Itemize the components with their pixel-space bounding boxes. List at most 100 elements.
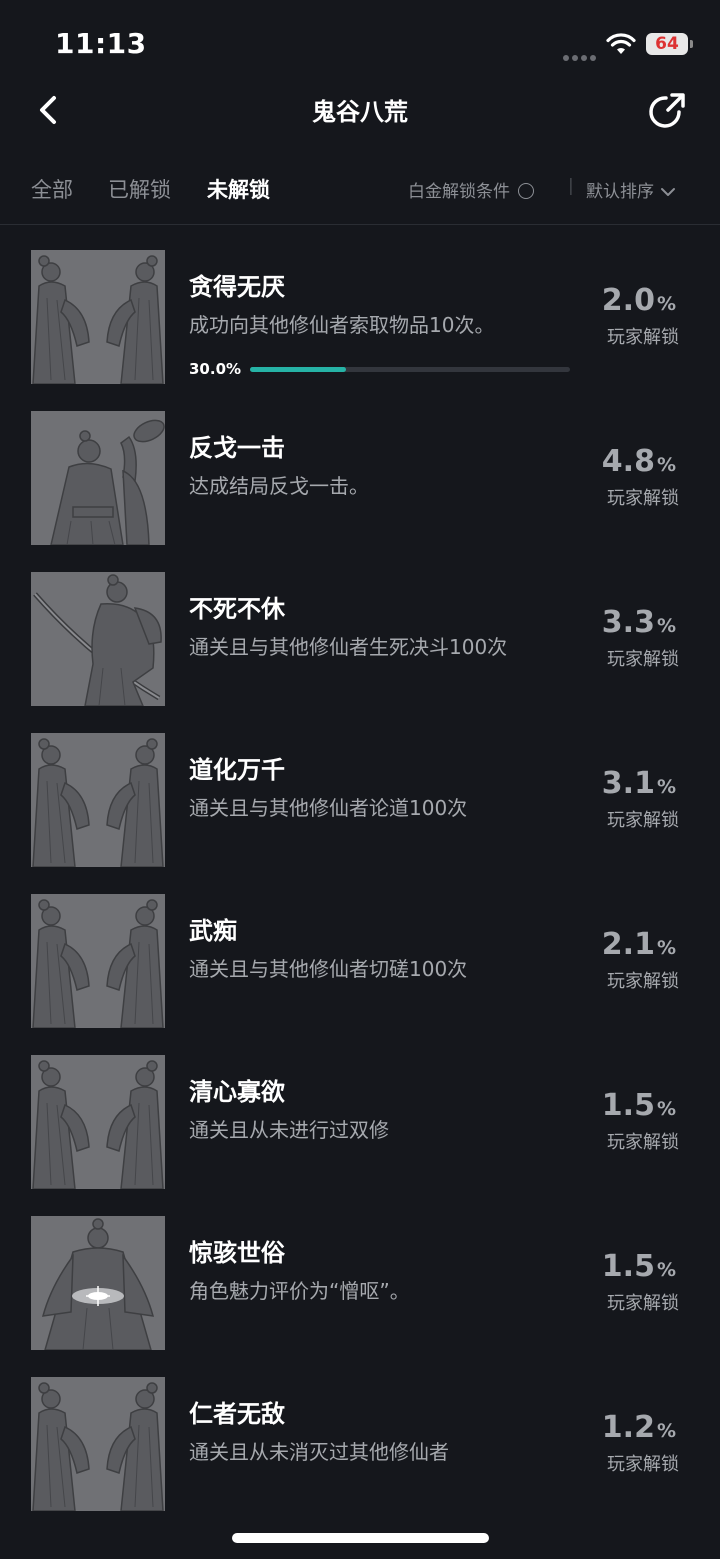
achievement-desc: 成功向其他修仙者索取物品10次。 <box>189 313 495 337</box>
figure-illustration <box>31 1216 165 1350</box>
achievement-list: 贪得无厌成功向其他修仙者索取物品10次。 2.0% 玩家解锁 30.0% 反戈一击达成结… <box>0 249 720 1537</box>
achievement-image <box>31 250 165 384</box>
achievement-image <box>31 1216 165 1350</box>
unlock-percent-label: 玩家解锁 <box>607 971 679 992</box>
percent-sign: % <box>656 1420 676 1442</box>
divider-bar: | <box>568 176 574 196</box>
filter-tabs: 全部 已解锁 未解锁 白金解锁条件 | 默认排序 <box>0 160 720 216</box>
unlock-percent-value: 2.1 <box>601 927 655 962</box>
achievement-image <box>31 894 165 1028</box>
achievement-name: 道化万千 <box>189 756 285 784</box>
achievement-item[interactable]: 道化万千通关且与其他修仙者论道100次 3.1% 玩家解锁 <box>0 732 720 893</box>
unlock-percent: 2.0% <box>556 283 676 318</box>
achievement-image <box>31 1055 165 1189</box>
figure-illustration <box>31 411 165 545</box>
share-button[interactable] <box>646 88 690 132</box>
achievement-name: 武痴 <box>189 917 237 945</box>
unlock-percent: 4.8% <box>556 444 676 479</box>
unlock-percent-label: 玩家解锁 <box>607 327 679 348</box>
cellular-signal-icon <box>563 46 599 61</box>
tab-locked[interactable]: 未解锁 <box>207 174 270 204</box>
battery-level: 64 <box>655 34 679 54</box>
figure-illustration <box>31 1377 165 1511</box>
unlock-percent-label: 玩家解锁 <box>607 649 679 670</box>
unlock-percent-label: 玩家解锁 <box>607 1454 679 1475</box>
achievement-image <box>31 411 165 545</box>
battery-nub <box>690 40 693 48</box>
percent-sign: % <box>656 937 676 959</box>
progress-fill <box>250 367 346 372</box>
achievement-desc: 达成结局反戈一击。 <box>189 474 369 498</box>
percent-sign: % <box>656 1259 676 1281</box>
unlock-percent-label: 玩家解锁 <box>607 1132 679 1153</box>
achievement-name: 贪得无厌 <box>189 273 285 301</box>
progress-text: 30.0% <box>189 360 242 378</box>
unlock-percent-value: 2.0 <box>601 283 655 318</box>
percent-sign: % <box>656 615 676 637</box>
tab-all[interactable]: 全部 <box>31 174 73 204</box>
achievement-item[interactable]: 贪得无厌成功向其他修仙者索取物品10次。 2.0% 玩家解锁 30.0% <box>0 249 720 410</box>
figure-illustration <box>31 250 165 384</box>
achievement-item[interactable]: 清心寡欲通关且从未进行过双修 1.5% 玩家解锁 <box>0 1054 720 1215</box>
status-bar: 11:13 64 <box>0 0 720 90</box>
achievement-name: 惊骇世俗 <box>189 1239 285 1267</box>
achievement-name: 仁者无敌 <box>189 1400 285 1428</box>
unlock-percent-label: 玩家解锁 <box>607 488 679 509</box>
figure-illustration <box>31 1055 165 1189</box>
unlock-percent-value: 3.1 <box>601 766 655 801</box>
unlock-percent: 3.3% <box>556 605 676 640</box>
percent-sign: % <box>656 1098 676 1120</box>
figure-illustration <box>31 894 165 1028</box>
progress-bar <box>250 367 570 372</box>
tab-unlocked[interactable]: 已解锁 <box>108 174 171 204</box>
sort-label: 默认排序 <box>586 182 654 202</box>
platinum-filter-label: 白金解锁条件 <box>408 182 510 202</box>
sort-dropdown[interactable]: 默认排序 <box>586 177 676 202</box>
achievement-desc: 通关且与其他修仙者生死决斗100次 <box>189 635 508 659</box>
battery-icon: 64 <box>646 33 688 55</box>
unlock-percent-value: 4.8 <box>601 444 655 479</box>
unlock-percent-label: 玩家解锁 <box>607 1293 679 1314</box>
achievement-desc: 角色魅力评价为“憎呕”。 <box>189 1279 410 1303</box>
share-icon <box>649 93 685 128</box>
unlock-percent-value: 1.5 <box>601 1088 655 1123</box>
figure-illustration <box>31 572 165 706</box>
achievement-image <box>31 733 165 867</box>
unlock-percent: 2.1% <box>556 927 676 962</box>
achievement-item[interactable]: 反戈一击达成结局反戈一击。 4.8% 玩家解锁 <box>0 410 720 571</box>
unlock-percent: 1.5% <box>556 1088 676 1123</box>
unlock-percent-value: 1.5 <box>601 1249 655 1284</box>
achievement-item[interactable]: 不死不休通关且与其他修仙者生死决斗100次 3.3% 玩家解锁 <box>0 571 720 732</box>
achievement-name: 反戈一击 <box>189 434 285 462</box>
chevron-down-icon <box>661 188 675 196</box>
achievement-desc: 通关且与其他修仙者论道100次 <box>189 796 468 820</box>
percent-sign: % <box>656 293 676 315</box>
unlock-percent: 1.5% <box>556 1249 676 1284</box>
unlock-percent: 1.2% <box>556 1410 676 1445</box>
header-divider <box>0 224 720 225</box>
percent-sign: % <box>656 776 676 798</box>
achievement-image <box>31 572 165 706</box>
achievement-name: 不死不休 <box>189 595 285 623</box>
platinum-filter-toggle[interactable]: 白金解锁条件 <box>408 177 534 202</box>
achievement-item[interactable]: 惊骇世俗角色魅力评价为“憎呕”。 1.5% 玩家解锁 <box>0 1215 720 1376</box>
achievement-desc: 通关且从未进行过双修 <box>189 1118 389 1142</box>
achievement-item[interactable]: 武痴通关且与其他修仙者切磋100次 2.1% 玩家解锁 <box>0 893 720 1054</box>
radio-icon <box>518 183 534 199</box>
achievement-desc: 通关且与其他修仙者切磋100次 <box>189 957 468 981</box>
status-time: 11:13 <box>55 27 147 60</box>
unlock-percent: 3.1% <box>556 766 676 801</box>
percent-sign: % <box>656 454 676 476</box>
achievement-item[interactable]: 仁者无敌通关且从未消灭过其他修仙者 1.2% 玩家解锁 <box>0 1376 720 1537</box>
home-indicator <box>232 1533 489 1543</box>
figure-illustration <box>31 733 165 867</box>
unlock-percent-value: 1.2 <box>601 1410 655 1445</box>
wifi-icon <box>606 33 636 54</box>
page-title: 鬼谷八荒 <box>312 98 408 126</box>
achievement-image <box>31 1377 165 1511</box>
unlock-percent-label: 玩家解锁 <box>607 810 679 831</box>
unlock-percent-value: 3.3 <box>601 605 655 640</box>
nav-header: 鬼谷八荒 <box>0 80 720 140</box>
achievement-name: 清心寡欲 <box>189 1078 285 1106</box>
achievement-desc: 通关且从未消灭过其他修仙者 <box>189 1440 449 1464</box>
